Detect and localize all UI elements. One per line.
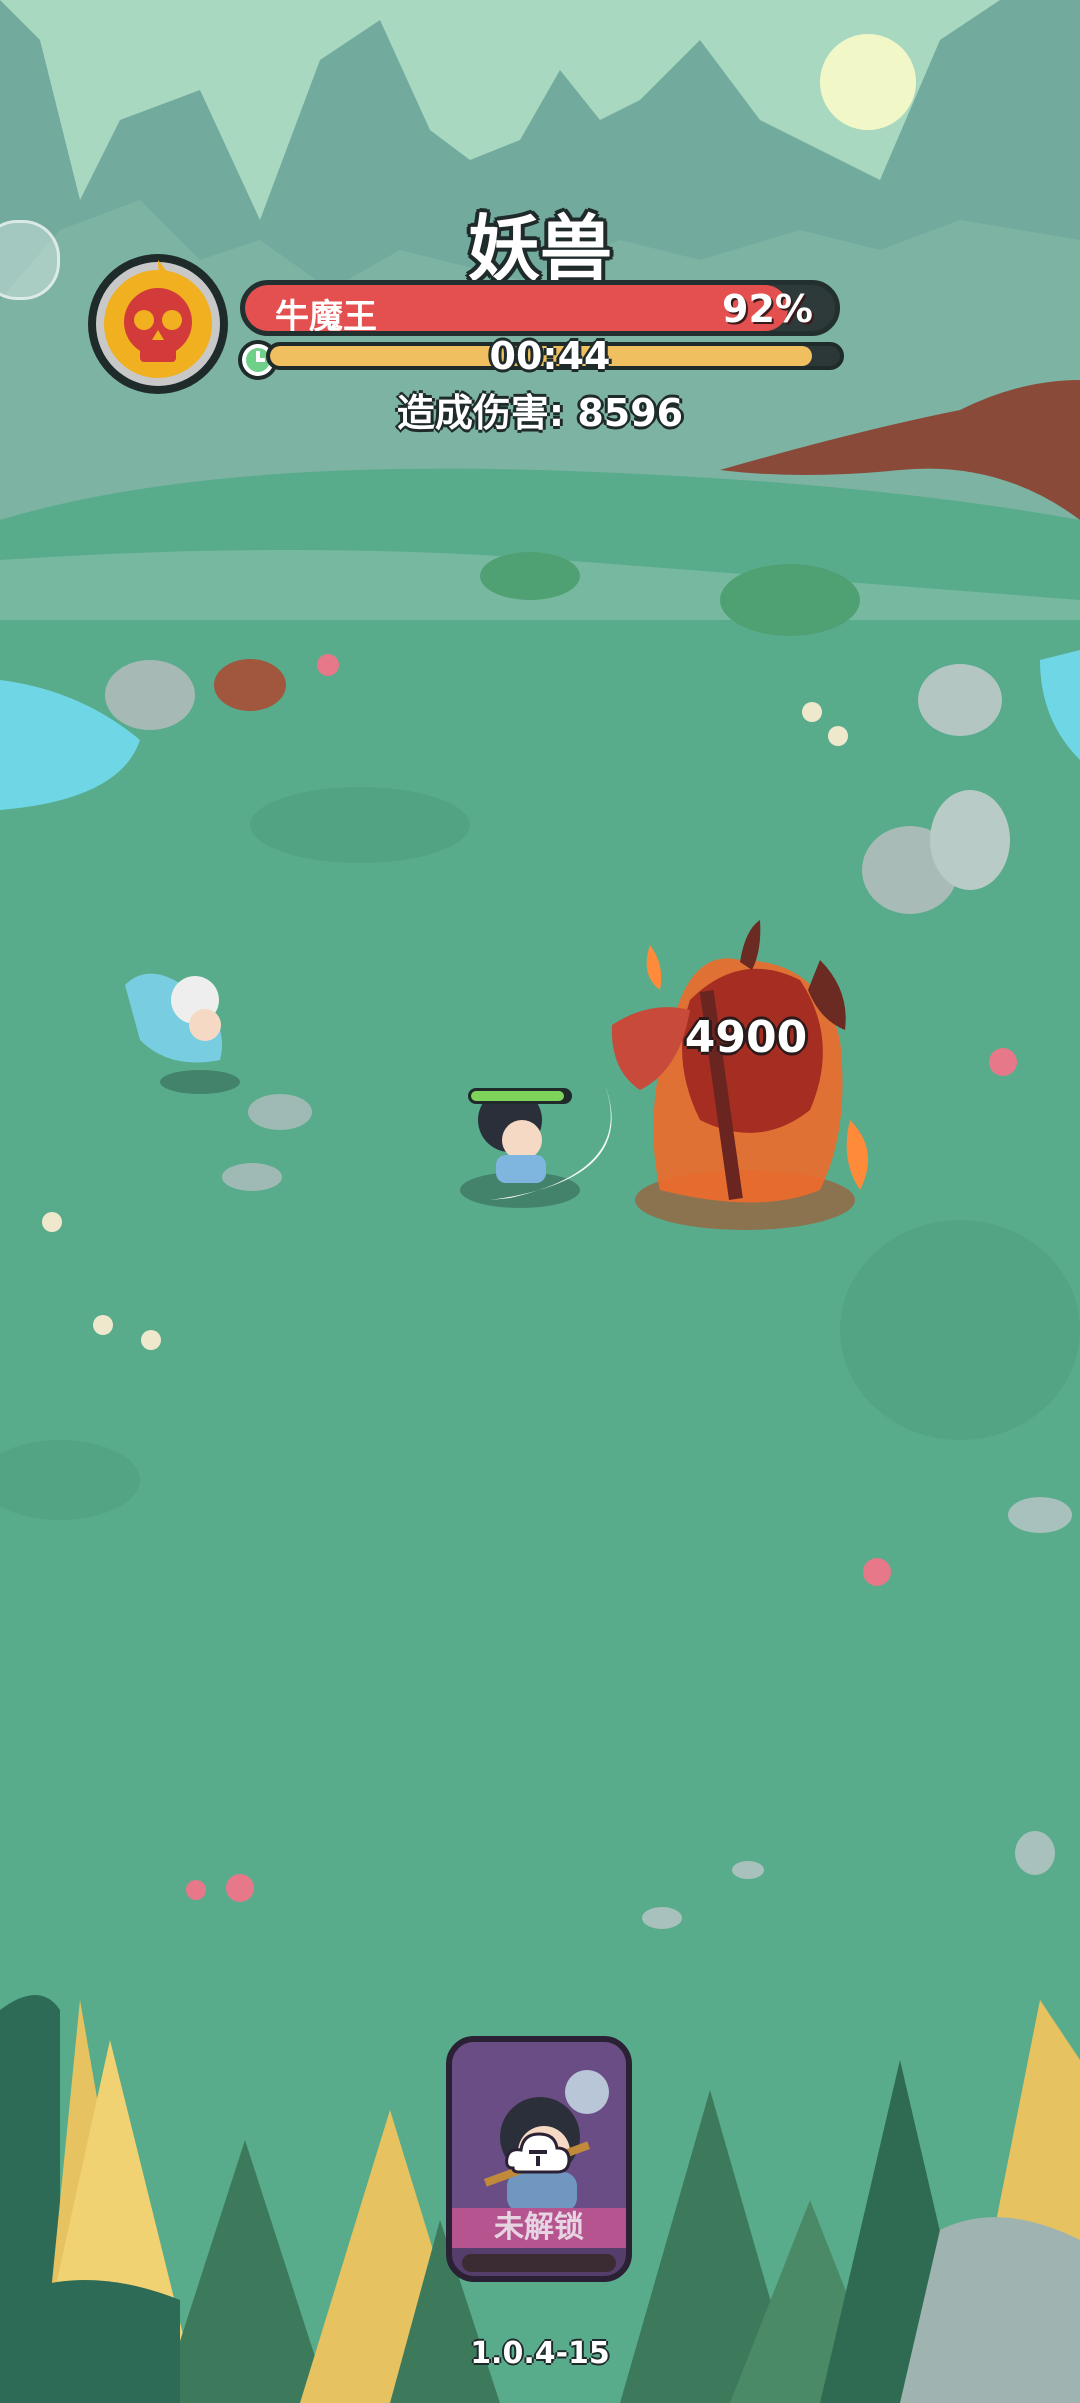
- sun: [820, 34, 916, 130]
- hero-hp-fill: [471, 1091, 565, 1101]
- boss-hp-percent: 92%: [722, 287, 813, 331]
- card-progress-slot: [462, 2254, 616, 2272]
- hero-portrait: [452, 2042, 626, 2212]
- boss-name: 牛魔王: [275, 297, 377, 336]
- timer-text: 00:44: [489, 334, 611, 378]
- card-status-label: 未解锁: [452, 2208, 626, 2248]
- skull-icon: [88, 254, 228, 394]
- floating-damage-number: 4900: [684, 1012, 808, 1063]
- version-label: 1.0.4-15: [470, 2336, 610, 2371]
- hero-hp-bar: [468, 1088, 572, 1104]
- lock-icon: [505, 2132, 571, 2174]
- damage-dealt: 造成伤害: 8596: [396, 391, 684, 435]
- boss-hp-bar: 牛魔王 92%: [240, 280, 840, 336]
